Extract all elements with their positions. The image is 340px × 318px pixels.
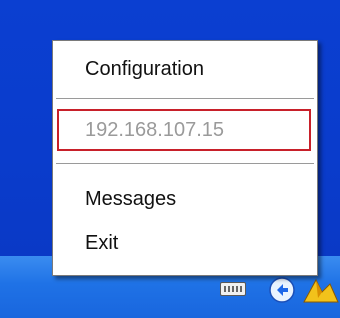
menu-separator: [56, 98, 314, 100]
tray-context-menu: Configuration 192.168.107.15 Messages Ex…: [52, 40, 318, 276]
app-icon-graphic: [303, 278, 339, 303]
network-icon[interactable]: [268, 276, 296, 304]
app-icon[interactable]: [300, 276, 340, 306]
menu-item-configuration[interactable]: Configuration: [53, 58, 317, 81]
menu-item-exit[interactable]: Exit: [53, 232, 317, 255]
menu-item-messages[interactable]: Messages: [53, 188, 317, 211]
keyboard-keys: [224, 286, 242, 292]
keyboard-icon[interactable]: [220, 282, 246, 296]
ip-address-display: 192.168.107.15: [57, 109, 311, 151]
network-icon-graphic: [269, 277, 295, 303]
menu-separator: [56, 163, 314, 165]
